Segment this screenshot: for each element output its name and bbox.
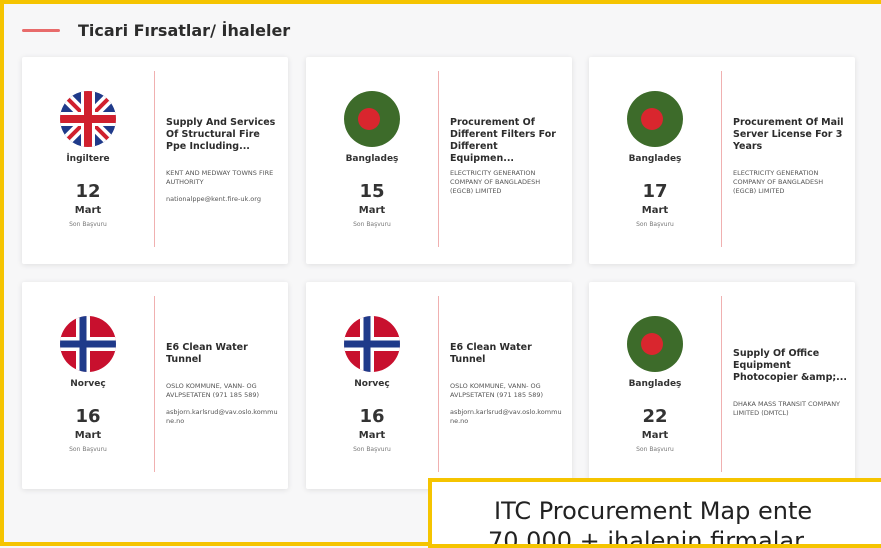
- country-name: Bangladeş: [628, 154, 682, 164]
- section-header: Ticari Fırsatlar/ İhaleler: [22, 18, 290, 42]
- tender-email[interactable]: asbjorn.karlsrud@vav.oslo.kommune.no: [166, 408, 280, 426]
- header-accent-line: [22, 28, 60, 32]
- card-divider: [154, 71, 155, 247]
- card-divider: [721, 71, 722, 247]
- deadline-label: Son Başvuru: [353, 221, 391, 228]
- norway-flag-icon: [60, 316, 116, 372]
- deadline-month: Mart: [74, 205, 102, 216]
- card-divider: [438, 71, 439, 247]
- card-divider: [438, 296, 439, 472]
- tender-organization: OSLO KOMMUNE, VANN- OG AVLPSETATEN (971 …: [450, 382, 544, 399]
- tender-organization: KENT AND MEDWAY TOWNS FIRE AUTHORITY: [166, 169, 274, 186]
- tender-organization: DHAKA MASS TRANSIT COMPANY LIMITED (DMTC…: [733, 400, 841, 417]
- bangladesh-flag-icon: [627, 316, 683, 372]
- country-name: Bangladeş: [345, 154, 399, 164]
- deadline-label: Son Başvuru: [353, 446, 391, 453]
- tender-title[interactable]: E6 Clean Water Tunnel: [166, 342, 280, 366]
- deadline-label: Son Başvuru: [69, 446, 107, 453]
- tender-email[interactable]: asbjorn.karlsrud@vav.oslo.kommune.no: [450, 408, 564, 426]
- tender-card[interactable]: Bangladeş 17 Mart Son Başvuru Procuremen…: [589, 57, 855, 264]
- tender-title[interactable]: E6 Clean Water Tunnel: [450, 342, 564, 366]
- deadline-day: 17: [642, 181, 668, 202]
- tender-card[interactable]: İngiltere 12 Mart Son Başvuru Supply And…: [22, 57, 288, 264]
- deadline-day: 16: [75, 406, 101, 427]
- tender-title[interactable]: Procurement Of Different Filters For Dif…: [450, 117, 564, 165]
- tender-card[interactable]: Norveç 16 Mart Son Başvuru E6 Clean Wate…: [306, 282, 572, 489]
- deadline-month: Mart: [641, 205, 669, 216]
- tender-title[interactable]: Supply And Services Of Structural Fire P…: [166, 117, 280, 153]
- country-name: Norveç: [354, 379, 390, 389]
- country-name: İngiltere: [66, 154, 110, 164]
- deadline-label: Son Başvuru: [636, 446, 674, 453]
- deadline-day: 15: [359, 181, 385, 202]
- bangladesh-flag-icon: [344, 91, 400, 147]
- tender-organization: ELECTRICITY GENERATION COMPANY OF BANGLA…: [450, 169, 541, 195]
- deadline-day: 16: [359, 406, 385, 427]
- tooltip-line-2: 70.000 + ihalenin firmalar: [488, 527, 804, 548]
- deadline-month: Mart: [74, 430, 102, 441]
- tender-title[interactable]: Supply Of Office Equipment Photocopier &…: [733, 348, 847, 384]
- tooltip-line-1: ITC Procurement Map ente: [494, 497, 813, 525]
- card-divider: [721, 296, 722, 472]
- tender-card[interactable]: Norveç 16 Mart Son Başvuru E6 Clean Wate…: [22, 282, 288, 489]
- tender-email[interactable]: nationalppe@kent.fire-uk.org: [166, 195, 280, 204]
- deadline-month: Mart: [641, 430, 669, 441]
- deadline-month: Mart: [358, 205, 386, 216]
- norway-flag-icon: [344, 316, 400, 372]
- deadline-month: Mart: [358, 430, 386, 441]
- bangladesh-flag-icon: [627, 91, 683, 147]
- tender-organization: ELECTRICITY GENERATION COMPANY OF BANGLA…: [733, 169, 824, 195]
- country-name: Norveç: [70, 379, 106, 389]
- card-divider: [154, 296, 155, 472]
- tender-title[interactable]: Procurement Of Mail Server License For 3…: [733, 117, 847, 153]
- deadline-day: 12: [75, 181, 101, 202]
- tender-card[interactable]: Bangladeş 15 Mart Son Başvuru Procuremen…: [306, 57, 572, 264]
- info-tooltip: ITC Procurement Map ente 70.000 + ihalen…: [428, 478, 881, 548]
- deadline-label: Son Başvuru: [69, 221, 107, 228]
- uk-flag-icon: [60, 91, 116, 147]
- tender-organization: OSLO KOMMUNE, VANN- OG AVLPSETATEN (971 …: [166, 382, 260, 399]
- deadline-label: Son Başvuru: [636, 221, 674, 228]
- section-title: Ticari Fırsatlar/ İhaleler: [78, 20, 291, 40]
- country-name: Bangladeş: [628, 379, 682, 389]
- tender-card[interactable]: Bangladeş 22 Mart Son Başvuru Supply Of …: [589, 282, 855, 489]
- deadline-day: 22: [642, 406, 668, 427]
